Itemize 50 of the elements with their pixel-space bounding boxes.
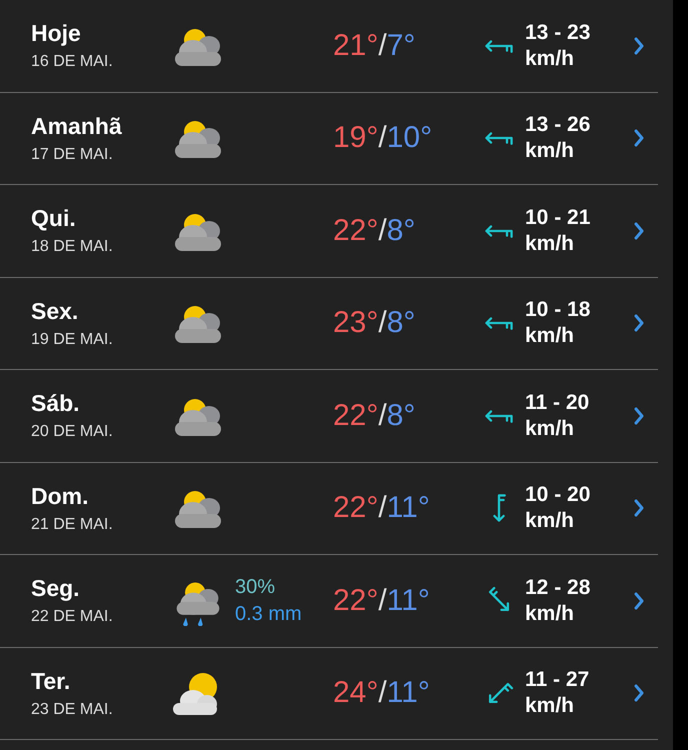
- wind-speed: 10 - 21: [525, 206, 592, 230]
- chevron-right-icon[interactable]: [633, 498, 645, 518]
- temperature-range: 22°/8°: [333, 214, 416, 248]
- day-name: Seg.: [31, 575, 81, 602]
- wind-speed: 10 - 18: [525, 298, 592, 322]
- chevron-right-icon[interactable]: [633, 36, 645, 56]
- wind-speed: 13 - 26: [525, 113, 592, 138]
- precip-chance: 30%: [235, 576, 276, 599]
- day-name: Hoje: [31, 20, 82, 48]
- chevron-right-icon[interactable]: [633, 590, 645, 611]
- temperature-range: 22°/11°: [333, 584, 431, 618]
- day-name: Qui.: [31, 205, 77, 232]
- wind-unit: km/h: [525, 416, 576, 441]
- date-label: 19 DE MAI.: [31, 330, 114, 349]
- temperature-range: 24°/11°: [333, 676, 431, 710]
- chevron-right-icon[interactable]: [633, 406, 645, 426]
- date-label: 18 DE MAI.: [31, 238, 114, 256]
- day-name: Sáb.: [31, 390, 81, 418]
- wind-unit: km/h: [525, 602, 576, 626]
- chevron-right-icon[interactable]: [633, 313, 645, 334]
- temperature-range: 22°/11°: [333, 491, 431, 526]
- wind-speed: 13 - 23: [525, 20, 592, 45]
- wind-unit: km/h: [525, 509, 576, 534]
- day-name: Sex.: [31, 298, 80, 325]
- temperature-range: 22°/8°: [333, 398, 416, 433]
- date-label: 20 DE MAI.: [31, 423, 114, 442]
- wind-unit: km/h: [525, 46, 576, 71]
- chevron-right-icon[interactable]: [633, 683, 645, 704]
- day-name: Amanhã: [31, 112, 123, 140]
- day-name: Ter.: [31, 668, 72, 695]
- temperature-range: 23°/8°: [333, 306, 416, 340]
- wind-speed: 10 - 20: [525, 483, 592, 508]
- wind-speed: 11 - 20: [525, 390, 590, 415]
- wind-speed: 11 - 27: [525, 668, 590, 692]
- date-label: 21 DE MAI.: [31, 516, 114, 534]
- date-label: 22 DE MAI.: [31, 608, 114, 626]
- day-name: Dom.: [31, 482, 90, 510]
- temperature-range: 19°/10°: [333, 121, 434, 156]
- wind-unit: km/h: [525, 232, 576, 256]
- date-label: 16 DE MAI.: [31, 53, 114, 72]
- wind-speed: 12 - 28: [525, 576, 592, 600]
- chevron-right-icon[interactable]: [633, 220, 645, 241]
- wind-unit: km/h: [525, 139, 576, 164]
- date-label: 23 DE MAI.: [31, 700, 114, 719]
- precip-amount: 0.3 mm: [235, 602, 303, 626]
- temperature-range: 21°/7°: [333, 28, 416, 63]
- chevron-right-icon[interactable]: [633, 128, 645, 148]
- wind-unit: km/h: [525, 324, 576, 348]
- wind-unit: km/h: [525, 694, 576, 718]
- date-label: 17 DE MAI.: [31, 146, 114, 164]
